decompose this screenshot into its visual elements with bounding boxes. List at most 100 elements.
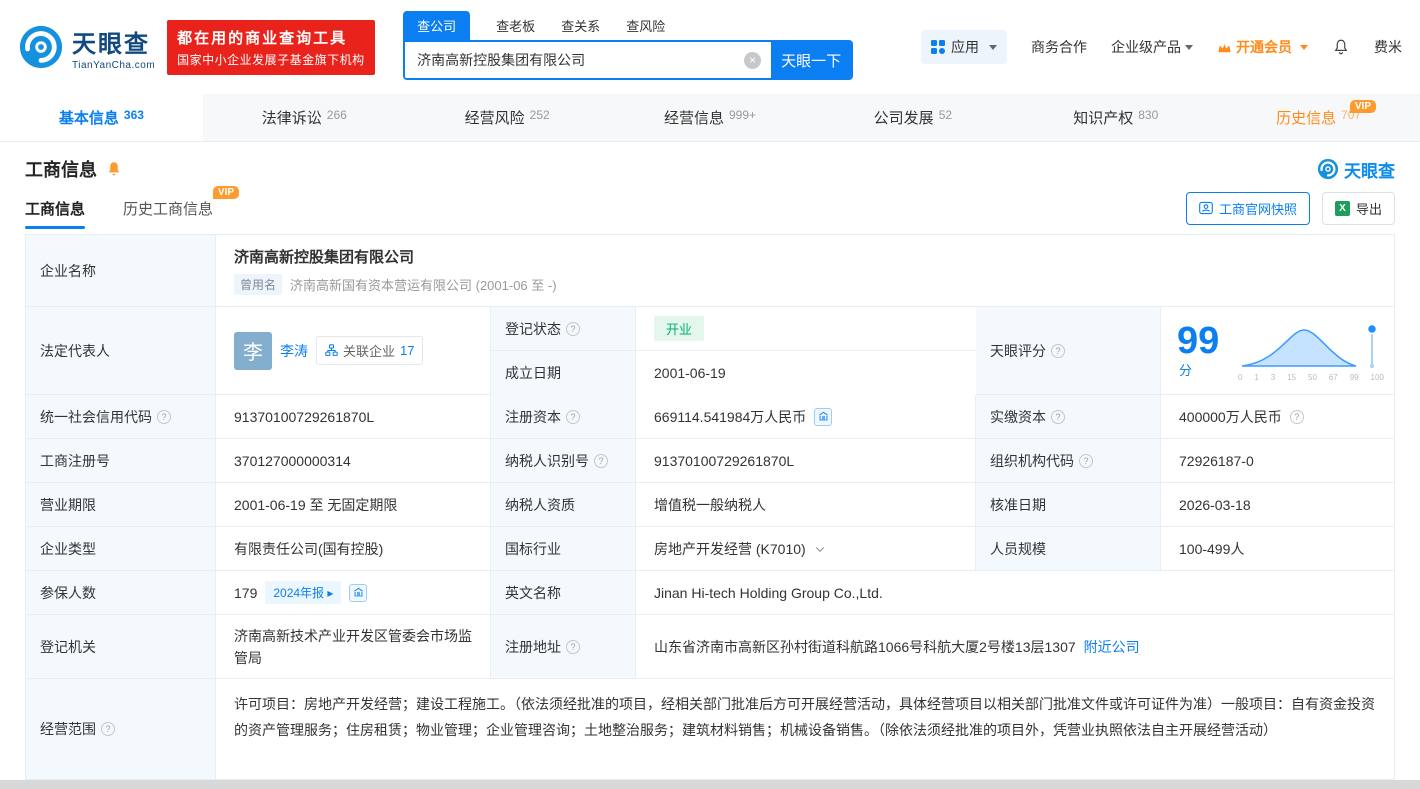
table-row: 参保人数 179 2024年报 ▸ 英文名称 Jinan Hi-tech Hol… [26, 571, 1394, 615]
open-membership-button[interactable]: 开通会员 [1217, 37, 1308, 57]
search-area: 查公司 查老板 查关系 查风险 × 天眼一下 [403, 11, 854, 80]
table-row: 企业类型 有限责任公司(国有控股) 国标行业 房地产开发经营 (K7010) 人… [26, 527, 1394, 571]
tab-label: 法律诉讼 [261, 110, 322, 127]
banner-line2: 国家中小企业发展子基金旗下机构 [177, 52, 365, 67]
chevron-down-icon[interactable] [814, 543, 826, 555]
search-input[interactable] [405, 42, 745, 78]
tab-legal-litigation[interactable]: 法律诉讼 266 [203, 94, 406, 141]
help-icon[interactable]: ? [1079, 453, 1093, 468]
search-tab-company[interactable]: 查公司 [403, 11, 471, 40]
legal-rep-cell: 李 李涛 关联企业 17 [216, 307, 491, 395]
paid-capital-label-cell: 实缴资本 ? [976, 395, 1161, 439]
tab-company-development[interactable]: 公司发展 52 [811, 94, 1014, 141]
insured-detail-icon[interactable] [349, 583, 368, 602]
help-icon[interactable]: ? [566, 321, 580, 336]
table-row: 统一社会信用代码 ? 91370100729261870L 注册资本 ? 669… [26, 395, 1394, 439]
score-unit: 分 [1179, 363, 1193, 378]
reg-status-label-cell: 登记状态 ? [491, 307, 636, 351]
help-icon[interactable]: ? [566, 639, 580, 654]
related-companies-count: 17 [400, 343, 415, 358]
monitor-bell-icon[interactable] [105, 160, 123, 178]
help-icon[interactable]: ? [566, 409, 580, 424]
insured-label: 参保人数 [26, 571, 216, 615]
search-tab-relation[interactable]: 查关系 [561, 16, 600, 40]
business-scope-label: 经营范围 [40, 721, 96, 737]
subtab-history-business-info[interactable]: 历史工商信息 VIP [123, 185, 240, 229]
help-icon[interactable]: ? [1051, 409, 1065, 424]
clear-icon[interactable]: × [744, 51, 762, 69]
org-code-label-cell: 组织机构代码 ? [976, 439, 1161, 483]
credit-code-label: 统一社会信用代码 [40, 408, 152, 425]
search-button[interactable]: 天眼一下 [771, 42, 852, 78]
tab-count: 999+ [729, 107, 757, 122]
table-row: 营业期限 2001-06-19 至 无固定期限 纳税人资质 增值税一般纳税人 核… [26, 483, 1394, 527]
tab-basic-info[interactable]: 基本信息 363 [0, 94, 203, 141]
table-row: 登记状态 ? 开业 [491, 307, 976, 351]
grid-icon [931, 40, 945, 54]
org-code: 72926187-0 [1161, 439, 1394, 483]
help-icon[interactable]: ? [101, 722, 115, 736]
status-badge: 开业 [654, 316, 705, 341]
main-tab-bar: 基本信息 363 法律诉讼 266 经营风险 252 经营信息 999+ 公司发… [0, 94, 1420, 142]
help-icon[interactable]: ? [594, 453, 608, 468]
org-code-label: 组织机构代码 [990, 452, 1074, 469]
staff-size-label: 人员规模 [976, 527, 1161, 571]
reg-capital-label-cell: 注册资本 ? [491, 395, 636, 439]
tab-history-info[interactable]: VIP 历史信息 707 [1217, 94, 1420, 141]
apps-button[interactable]: 应用 [921, 30, 1007, 64]
score-label-cell: 天眼评分 ? [976, 307, 1161, 395]
tianyancha-logo[interactable]: 天眼查 TianYanCha.com [18, 24, 155, 71]
capital-detail-icon[interactable] [814, 407, 833, 426]
export-button[interactable]: X 导出 [1321, 191, 1395, 225]
membership-label: 开通会员 [1236, 39, 1292, 55]
industry: 房地产开发经营 (K7010) [654, 540, 806, 557]
tab-label: 知识产权 [1073, 110, 1134, 127]
official-snapshot-button[interactable]: 工商官网快照 [1185, 191, 1310, 225]
tab-count: 830 [1138, 107, 1159, 122]
nav-cooperation[interactable]: 商务合作 [1031, 37, 1087, 57]
notifications-bell[interactable] [1332, 38, 1350, 56]
help-icon[interactable]: ? [157, 409, 171, 424]
paid-capital: 400000万人民币 [1179, 408, 1282, 425]
industry-label: 国标行业 [491, 527, 636, 571]
snapshot-label: 工商官网快照 [1218, 201, 1297, 217]
former-name-badge: 曾用名 [234, 274, 283, 295]
establish-date-label: 成立日期 [491, 351, 636, 395]
tab-label: 经营风险 [464, 110, 525, 127]
related-companies-label: 关联企业 [343, 344, 396, 359]
score-slider-knob [1366, 323, 1378, 334]
tab-intellectual-property[interactable]: 知识产权 830 [1014, 94, 1217, 141]
approval-date-label: 核准日期 [976, 483, 1161, 527]
nav-enterprise[interactable]: 企业级产品 [1111, 37, 1193, 57]
tianyancha-logo-icon [1317, 158, 1339, 180]
related-companies-button[interactable]: 关联企业 17 [316, 336, 424, 365]
panel-brand-watermark: 天眼查 [1317, 157, 1395, 182]
search-tab-boss[interactable]: 查老板 [496, 16, 535, 40]
table-row: 登记机关 济南高新技术产业开发区管委会市场监管局 注册地址 ? 山东省济南市高新… [26, 615, 1394, 679]
tianyancha-logo-icon [18, 24, 64, 70]
taxpayer-quality: 增值税一般纳税人 [636, 483, 976, 527]
approval-date: 2026-03-18 [1161, 483, 1394, 527]
help-icon[interactable]: ? [1289, 409, 1304, 424]
legal-rep-link[interactable]: 李涛 [280, 341, 308, 361]
legal-rep-avatar[interactable]: 李 [234, 331, 272, 370]
tab-operation-info[interactable]: 经营信息 999+ [609, 94, 812, 141]
crown-icon [1218, 43, 1231, 52]
company-name-label: 企业名称 [26, 235, 216, 307]
nearby-companies-link[interactable]: 附近公司 [1084, 637, 1140, 657]
search-tabs: 查公司 查老板 查关系 查风险 [403, 11, 853, 40]
tab-count: 266 [326, 107, 347, 122]
annual-report-badge[interactable]: 2024年报 ▸ [265, 581, 342, 604]
former-name: 济南高新国有资本营运有限公司 (2001-06 至 -) [290, 278, 557, 293]
paid-capital-cell: 400000万人民币 ? [1161, 395, 1394, 439]
help-icon[interactable]: ? [1051, 343, 1065, 358]
tab-label: 经营信息 [663, 110, 724, 127]
tab-operation-risk[interactable]: 经营风险 252 [406, 94, 609, 141]
industry-cell: 房地产开发经营 (K7010) [636, 527, 976, 571]
table-row: 经营范围 ? 许可项目：房地产开发经营；建设工程施工。（依法须经批准的项目，经相… [26, 679, 1394, 779]
user-menu[interactable]: 费米 [1374, 37, 1402, 57]
company-name-cell: 济南高新控股集团有限公司 曾用名 济南高新国有资本营运有限公司 (2001-06… [216, 235, 1394, 307]
search-tab-risk[interactable]: 查风险 [626, 16, 665, 40]
subtab-business-info[interactable]: 工商信息 [25, 188, 86, 229]
tab-label: 历史信息 [1276, 110, 1337, 127]
